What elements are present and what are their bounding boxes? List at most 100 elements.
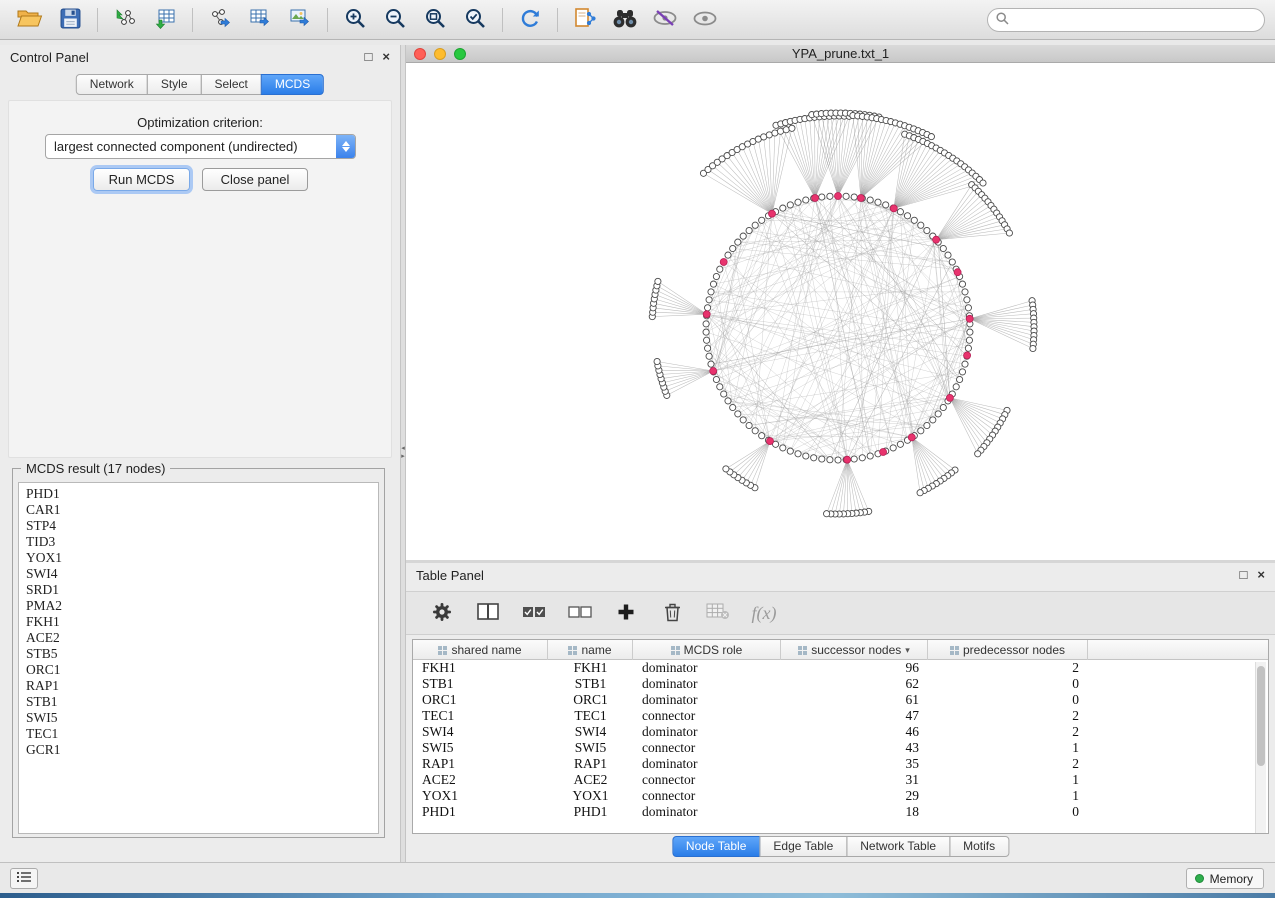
mcds-result-item[interactable]: SWI4: [19, 566, 378, 582]
column-header-shared-name[interactable]: shared name: [413, 640, 548, 660]
delete-table-icon: [706, 603, 730, 623]
mcds-result-item[interactable]: SWI5: [19, 710, 378, 726]
tab-motifs[interactable]: Motifs: [949, 836, 1009, 857]
save-session-button[interactable]: [50, 4, 90, 36]
cell: dominator: [633, 692, 781, 708]
mcds-result-item[interactable]: STB1: [19, 694, 378, 710]
tab-node-table[interactable]: Node Table: [672, 836, 761, 857]
run-mcds-button[interactable]: Run MCDS: [93, 168, 190, 191]
search-input[interactable]: [1015, 12, 1256, 27]
column-header-successor-nodes[interactable]: successor nodes▾: [781, 640, 928, 660]
tab-select[interactable]: Select: [201, 74, 262, 95]
toolbar-separator: [557, 8, 558, 32]
zoom-out-button[interactable]: [375, 4, 415, 36]
export-image-button[interactable]: [280, 4, 320, 36]
table-settings-button[interactable]: [426, 597, 458, 629]
status-menu-button[interactable]: [10, 868, 38, 889]
cell: TEC1: [548, 708, 633, 724]
table-row[interactable]: SWI4SWI4dominator462: [413, 724, 1268, 740]
table-row[interactable]: ACE2ACE2connector311: [413, 772, 1268, 788]
column-type-icon: [568, 646, 577, 655]
table-row[interactable]: RAP1RAP1dominator352: [413, 756, 1268, 772]
optimization-criterion-select[interactable]: largest connected component (undirected): [45, 134, 356, 159]
tab-style[interactable]: Style: [147, 74, 202, 95]
column-header-predecessor-nodes[interactable]: predecessor nodes: [928, 640, 1088, 660]
refresh-icon: [519, 7, 542, 33]
function-builder-button[interactable]: f(x): [748, 597, 780, 629]
unchecked-boxes-icon: [568, 606, 592, 621]
table-scrollbar[interactable]: [1255, 662, 1266, 833]
zoom-fit-button[interactable]: [415, 4, 455, 36]
close-panel-icon[interactable]: ×: [382, 50, 390, 64]
memory-button[interactable]: Memory: [1186, 868, 1264, 889]
share-document-button[interactable]: [565, 4, 605, 36]
scrollbar-thumb[interactable]: [1257, 666, 1265, 766]
create-column-button[interactable]: [610, 597, 642, 629]
cell: 35: [781, 756, 928, 772]
float-panel-icon[interactable]: □: [365, 50, 373, 64]
mcds-result-item[interactable]: PMA2: [19, 598, 378, 614]
zoom-in-button[interactable]: [335, 4, 375, 36]
export-network-button[interactable]: [200, 4, 240, 36]
show-hide-button[interactable]: [685, 4, 725, 36]
refresh-layout-button[interactable]: [510, 4, 550, 36]
open-session-button[interactable]: [10, 4, 50, 36]
table-row[interactable]: YOX1YOX1connector291: [413, 788, 1268, 804]
splitter-handle-icon[interactable]: ◂▸: [401, 445, 405, 461]
tab-network-table[interactable]: Network Table: [846, 836, 950, 857]
mcds-result-item[interactable]: STP4: [19, 518, 378, 534]
column-header-name[interactable]: name: [548, 640, 633, 660]
column-header-mcds-role[interactable]: MCDS role: [633, 640, 781, 660]
graphics-details-button[interactable]: [645, 4, 685, 36]
cell: PHD1: [548, 804, 633, 820]
cell: FKH1: [413, 660, 548, 676]
table-row[interactable]: ORC1ORC1dominator610: [413, 692, 1268, 708]
import-network-button[interactable]: [105, 4, 145, 36]
delete-table-button[interactable]: [702, 597, 734, 629]
mcds-result-item[interactable]: ORC1: [19, 662, 378, 678]
columns-icon: [477, 603, 499, 623]
table-row[interactable]: FKH1FKH1dominator962: [413, 660, 1268, 676]
zoom-selected-button[interactable]: [455, 4, 495, 36]
close-panel-icon[interactable]: ×: [1257, 568, 1265, 582]
table-panel-header: Table Panel □ ×: [406, 563, 1275, 587]
mcds-result-item[interactable]: PHD1: [19, 486, 378, 502]
mcds-result-item[interactable]: ACE2: [19, 630, 378, 646]
table-row[interactable]: TEC1TEC1connector472: [413, 708, 1268, 724]
toolbar-separator: [192, 8, 193, 32]
close-panel-button[interactable]: Close panel: [202, 168, 308, 191]
mcds-result-item[interactable]: STB5: [19, 646, 378, 662]
cell: PHD1: [413, 804, 548, 820]
save-icon: [60, 8, 81, 32]
tab-mcds[interactable]: MCDS: [261, 74, 324, 95]
mcds-result-item[interactable]: YOX1: [19, 550, 378, 566]
mcds-result-title: MCDS result (17 nodes): [21, 461, 170, 476]
mcds-result-item[interactable]: TID3: [19, 534, 378, 550]
cell: 62: [781, 676, 928, 692]
mcds-result-item[interactable]: RAP1: [19, 678, 378, 694]
network-canvas[interactable]: [406, 63, 1275, 560]
mcds-result-item[interactable]: CAR1: [19, 502, 378, 518]
table-row[interactable]: PHD1PHD1dominator180: [413, 804, 1268, 820]
export-table-button[interactable]: [240, 4, 280, 36]
sort-arrow-icon: ▾: [905, 645, 910, 656]
binoculars-button[interactable]: [605, 4, 645, 36]
cell: SWI5: [413, 740, 548, 756]
mcds-result-item[interactable]: FKH1: [19, 614, 378, 630]
mcds-result-item[interactable]: TEC1: [19, 726, 378, 742]
float-panel-icon[interactable]: □: [1240, 568, 1248, 582]
table-row[interactable]: SWI5SWI5connector431: [413, 740, 1268, 756]
zoom-selected-icon: [464, 7, 487, 33]
tab-edge-table[interactable]: Edge Table: [759, 836, 847, 857]
export-network-icon: [209, 7, 231, 32]
select-all-button[interactable]: [518, 597, 550, 629]
mcds-result-item[interactable]: GCR1: [19, 742, 378, 758]
delete-column-button[interactable]: [656, 597, 688, 629]
import-table-button[interactable]: [145, 4, 185, 36]
table-row[interactable]: STB1STB1dominator620: [413, 676, 1268, 692]
mcds-result-item[interactable]: SRD1: [19, 582, 378, 598]
search-icon: [996, 12, 1009, 28]
tab-network[interactable]: Network: [76, 74, 148, 95]
deselect-all-button[interactable]: [564, 597, 596, 629]
show-columns-button[interactable]: [472, 597, 504, 629]
